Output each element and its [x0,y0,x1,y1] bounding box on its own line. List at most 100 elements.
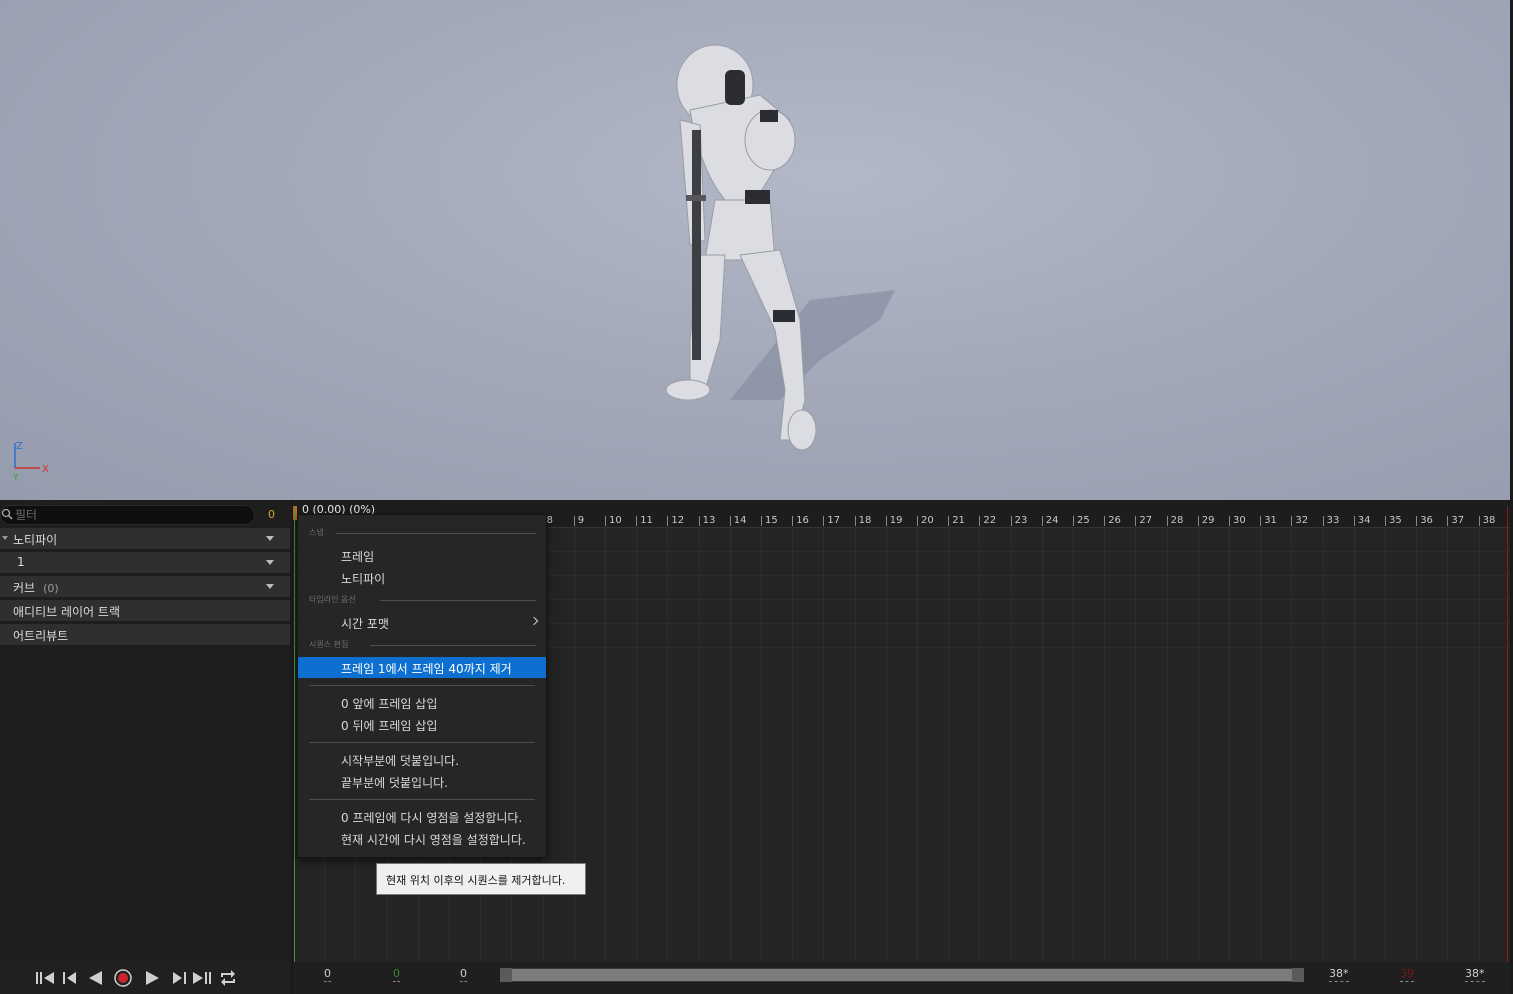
timeline-tick-label: 37 [1447,516,1464,526]
end-marker-line[interactable] [1507,506,1508,962]
grid-line [667,528,669,962]
grid-line [698,528,700,962]
working-start-field[interactable]: 0 [393,968,400,982]
timeline-tick-label: 38 [1478,516,1495,526]
grid-line [761,528,762,962]
grid-line [948,528,950,962]
menu-item-append-end[interactable]: 끝부분에 덧붙입니다. [298,771,546,792]
step-back-icon[interactable] [60,968,80,988]
menu-item-append-start[interactable]: 시작부분에 덧붙입니다. [298,749,546,770]
grid-line [979,528,981,962]
scrollbar-right-handle[interactable] [1292,968,1304,982]
expand-icon[interactable] [2,536,8,540]
menu-item-remove-frames[interactable]: 프레임 1에서 프레임 40까지 제거 [298,657,546,678]
grid-line [636,528,638,962]
timeline-tick-label: 34 [1353,516,1371,526]
play-reverse-icon[interactable] [85,968,105,988]
grid-line [1353,528,1355,962]
timeline-tick-label: 9 [573,516,584,526]
playhead-line[interactable] [294,506,295,962]
play-icon[interactable] [142,968,162,988]
timeline-tick-label: 21 [948,516,965,526]
menu-separator [309,742,535,743]
grid-line [1073,528,1074,962]
menu-item-snap-frame[interactable]: 프레임 [298,545,546,566]
grid-line [1322,528,1324,962]
timeline-tick-label: 27 [1135,516,1152,526]
step-forward-icon[interactable] [169,968,189,988]
range-start-field[interactable]: 0 [324,968,331,982]
search-icon [1,508,13,520]
grid-line [1229,528,1230,962]
timeline-tick-label: 10 [605,516,622,526]
grid-line [917,528,918,962]
dropdown-arrow-icon[interactable] [266,584,274,589]
grid-line [1041,528,1043,962]
section-divider [380,600,536,601]
grid-line [1416,528,1418,962]
range-bar: 0 0 0 38* 39 38* [293,962,1510,994]
search-box[interactable] [0,505,255,525]
timeline-tick-label: 20 [917,516,934,526]
submenu-arrow-icon [529,616,539,626]
scrollbar-left-handle[interactable] [500,968,512,982]
grid-line [1135,528,1137,962]
timeline-tick-label: 12 [667,516,684,526]
loop-icon[interactable] [218,968,238,988]
grid-line [1260,528,1262,962]
timeline-tick-label: 17 [823,516,840,526]
curve-count: (0) [43,582,59,595]
grid-line [729,528,731,962]
timeline-tick-label: 23 [1010,516,1027,526]
to-start-icon[interactable] [35,968,55,988]
grid-line [573,528,575,962]
menu-item-time-format[interactable]: 시간 포맷 [298,612,546,633]
track-additive-layers[interactable]: 애디티브 레이어 트랙 [0,600,290,621]
menu-separator [309,685,535,686]
timeline-tick-label: 30 [1229,516,1246,526]
track-label: 어트리뷰트 [13,629,69,643]
record-icon[interactable] [113,968,133,988]
working-end-field[interactable]: 38* [1465,968,1485,982]
view-end-field[interactable]: 38* [1329,968,1349,982]
timeline-tick-label: 11 [636,516,653,526]
section-snap: 스냅 [309,528,324,537]
track-notify-1[interactable]: 1 [0,552,290,573]
timeline-tick-label: 14 [729,516,747,526]
grid-line [1010,528,1012,962]
grid-line [1197,528,1199,962]
track-attributes[interactable]: 어트리뷰트 [0,624,290,645]
menu-item-insert-before[interactable]: 0 앞에 프레임 삽입 [298,692,546,713]
menu-item-rezero-current[interactable]: 현재 시간에 다시 영점을 설정합니다. [298,828,546,849]
view-start-field[interactable]: 0 [460,968,467,982]
timeline-tick-label: 36 [1416,516,1433,526]
timeline-tick-label: 31 [1260,516,1277,526]
grid-line [1478,528,1480,962]
search-input[interactable] [15,506,235,524]
menu-item-insert-after[interactable]: 0 뒤에 프레임 삽입 [298,714,546,735]
grid-line [1104,528,1106,962]
dropdown-arrow-icon[interactable] [266,560,274,565]
timeline-tick-label: 22 [979,516,996,526]
grid-line [885,528,887,962]
menu-item-rezero-frame[interactable]: 0 프레임에 다시 영점을 설정합니다. [298,806,546,827]
axis-y-label: Y [12,473,19,483]
grid-line [792,528,794,962]
timeline-tick-label: 33 [1322,516,1339,526]
section-divider [370,645,536,646]
scrollbar-thumb[interactable] [502,969,1302,981]
menu-item-snap-notify[interactable]: 노티파이 [298,567,546,588]
viewport[interactable]: Z X Y [0,0,1510,500]
timeline-scrollbar[interactable] [500,968,1304,982]
timeline-tick-label: 28 [1166,516,1183,526]
timeline-tick-label: 26 [1104,516,1121,526]
to-end-icon[interactable] [192,968,212,988]
track-notify[interactable]: 노티파이 [0,528,290,549]
grid-line [1291,528,1293,962]
playback-end-field[interactable]: 39 [1400,968,1414,982]
track-curves[interactable]: 커브 (0) [0,576,290,597]
grid-line [823,528,825,962]
menu-separator [309,799,535,800]
dropdown-arrow-icon[interactable] [266,536,274,541]
grid-line [1447,528,1449,962]
